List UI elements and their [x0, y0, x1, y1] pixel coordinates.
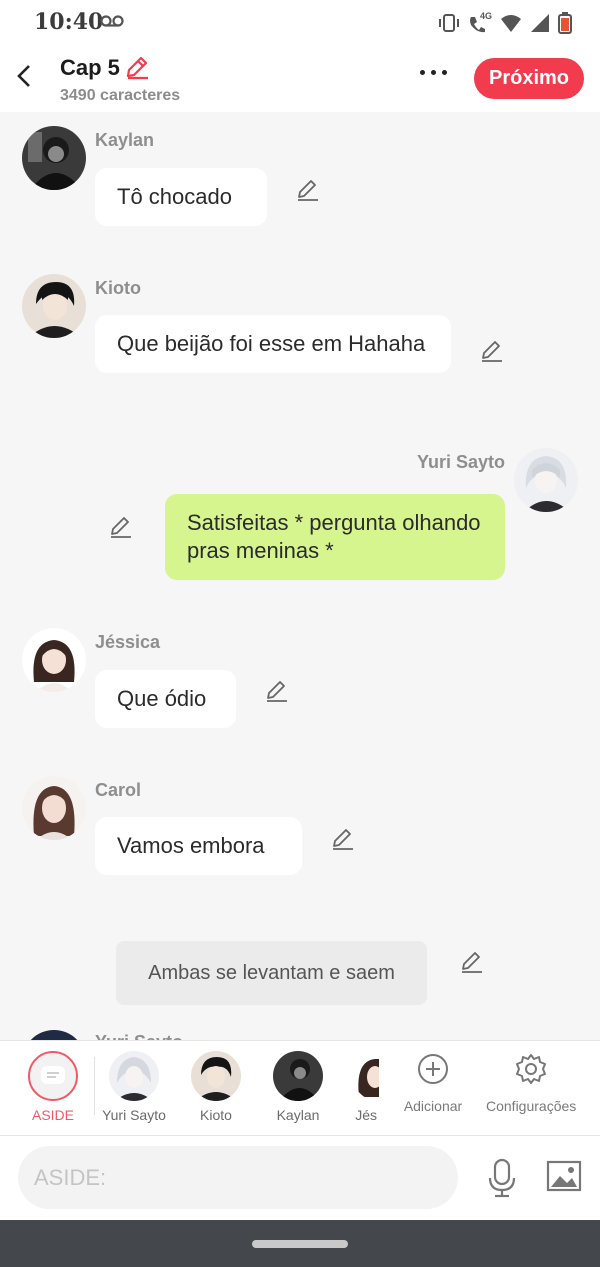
- edit-message-button[interactable]: [459, 949, 485, 975]
- message-bubble-own[interactable]: Satisfeitas * pergunta olhando pras meni…: [165, 494, 505, 580]
- add-character-button[interactable]: Adicionar: [398, 1053, 468, 1114]
- character-label: Kaylan: [276, 1107, 320, 1123]
- chevron-left-icon: [17, 65, 30, 87]
- gear-icon: [516, 1054, 546, 1084]
- back-button[interactable]: [10, 58, 38, 94]
- avatar-kaylan[interactable]: [22, 126, 86, 190]
- message-bubble[interactable]: Tô chocado: [95, 168, 267, 226]
- pencil-icon: [126, 56, 148, 80]
- message-input-bar: [0, 1136, 600, 1220]
- more-options-button[interactable]: [420, 70, 447, 75]
- character-kaylan[interactable]: Kaylan: [257, 1051, 339, 1123]
- sender-name: Carol: [95, 780, 142, 800]
- microphone-icon: [488, 1158, 516, 1198]
- battery-icon: [558, 12, 572, 34]
- pencil-icon: [462, 952, 482, 973]
- pencil-icon: [111, 517, 131, 538]
- pencil-icon: [298, 180, 318, 201]
- vibrate-icon: [439, 14, 459, 32]
- add-label: Adicionar: [403, 1098, 463, 1114]
- chat-bubble-icon: [41, 1066, 65, 1084]
- image-icon: [546, 1160, 582, 1192]
- edit-title-button[interactable]: [124, 54, 150, 85]
- status-bar: 10:40 4G: [0, 0, 600, 44]
- settings-button[interactable]: Configurações: [486, 1053, 576, 1114]
- signal-icon: [531, 14, 549, 32]
- chat-area[interactable]: Kaylan Tô chocado Kioto Que beijão foi e…: [0, 112, 600, 1040]
- character-label: ASIDE: [31, 1107, 74, 1123]
- edit-message-button[interactable]: [295, 177, 321, 203]
- pencil-icon: [333, 829, 353, 850]
- character-count: 3490 caracteres: [60, 87, 181, 104]
- character-kioto[interactable]: Kioto: [175, 1051, 257, 1123]
- app-header: Cap 5 3490 caracteres Próximo: [0, 44, 600, 112]
- pencil-icon: [267, 681, 287, 702]
- message-bubble[interactable]: Vamos embora: [95, 817, 302, 875]
- avatar: [109, 1051, 159, 1101]
- avatar-yuri-sayto[interactable]: [514, 448, 578, 512]
- system-navigation-bar: [0, 1220, 600, 1267]
- message-bubble[interactable]: Que ódio: [95, 670, 236, 728]
- call-4g-icon: 4G: [468, 11, 493, 33]
- attach-image-button[interactable]: [546, 1160, 582, 1197]
- character-aside[interactable]: ASIDE: [12, 1051, 94, 1123]
- character-yuri-sayto[interactable]: Yuri Sayto: [93, 1051, 175, 1123]
- status-time: 10:40: [34, 9, 104, 35]
- edit-message-button[interactable]: [479, 338, 505, 364]
- sender-name: Kaylan: [95, 130, 155, 150]
- character-label: Kioto: [200, 1107, 232, 1123]
- sender-name: Yuri Sayto: [416, 452, 505, 472]
- character-selector: ASIDE Yuri Sayto Kioto Kaylan Jés Adicio…: [0, 1040, 600, 1136]
- avatar: [191, 1051, 241, 1101]
- narration-bubble[interactable]: Ambas se levantam e saem: [116, 941, 427, 1005]
- edit-message-button[interactable]: [330, 826, 356, 852]
- voice-record-button[interactable]: [486, 1158, 518, 1203]
- pencil-icon: [482, 341, 502, 362]
- sender-name: Yuri Sayto: [95, 1032, 183, 1040]
- home-gesture-handle[interactable]: [252, 1240, 348, 1248]
- avatar: [273, 1051, 323, 1101]
- chapter-title: Cap 5: [60, 55, 120, 80]
- wifi-icon: [501, 15, 521, 32]
- settings-label: Configurações: [486, 1098, 577, 1114]
- character-label: Yuri Sayto: [102, 1107, 166, 1123]
- next-button[interactable]: Próximo: [474, 58, 584, 99]
- avatar-carol[interactable]: [22, 776, 86, 840]
- voicemail-icon: [100, 15, 124, 27]
- sender-name: Kioto: [95, 278, 141, 298]
- add-circle-icon: [418, 1054, 448, 1084]
- network-type-label: 4G: [480, 11, 493, 21]
- character-jessica[interactable]: Jés: [339, 1051, 379, 1123]
- avatar-jessica[interactable]: [22, 628, 86, 692]
- edit-message-button[interactable]: [264, 678, 290, 704]
- sender-name: Jéssica: [95, 632, 161, 652]
- avatar: [353, 1051, 379, 1101]
- message-input[interactable]: [18, 1146, 458, 1209]
- character-label: Jés: [355, 1107, 377, 1123]
- edit-message-button[interactable]: [108, 514, 134, 540]
- aside-avatar: [28, 1051, 78, 1101]
- message-bubble[interactable]: Que beijão foi esse em Hahaha: [95, 315, 451, 373]
- avatar-kioto[interactable]: [22, 274, 86, 338]
- avatar-yuri-sayto[interactable]: [22, 1030, 86, 1040]
